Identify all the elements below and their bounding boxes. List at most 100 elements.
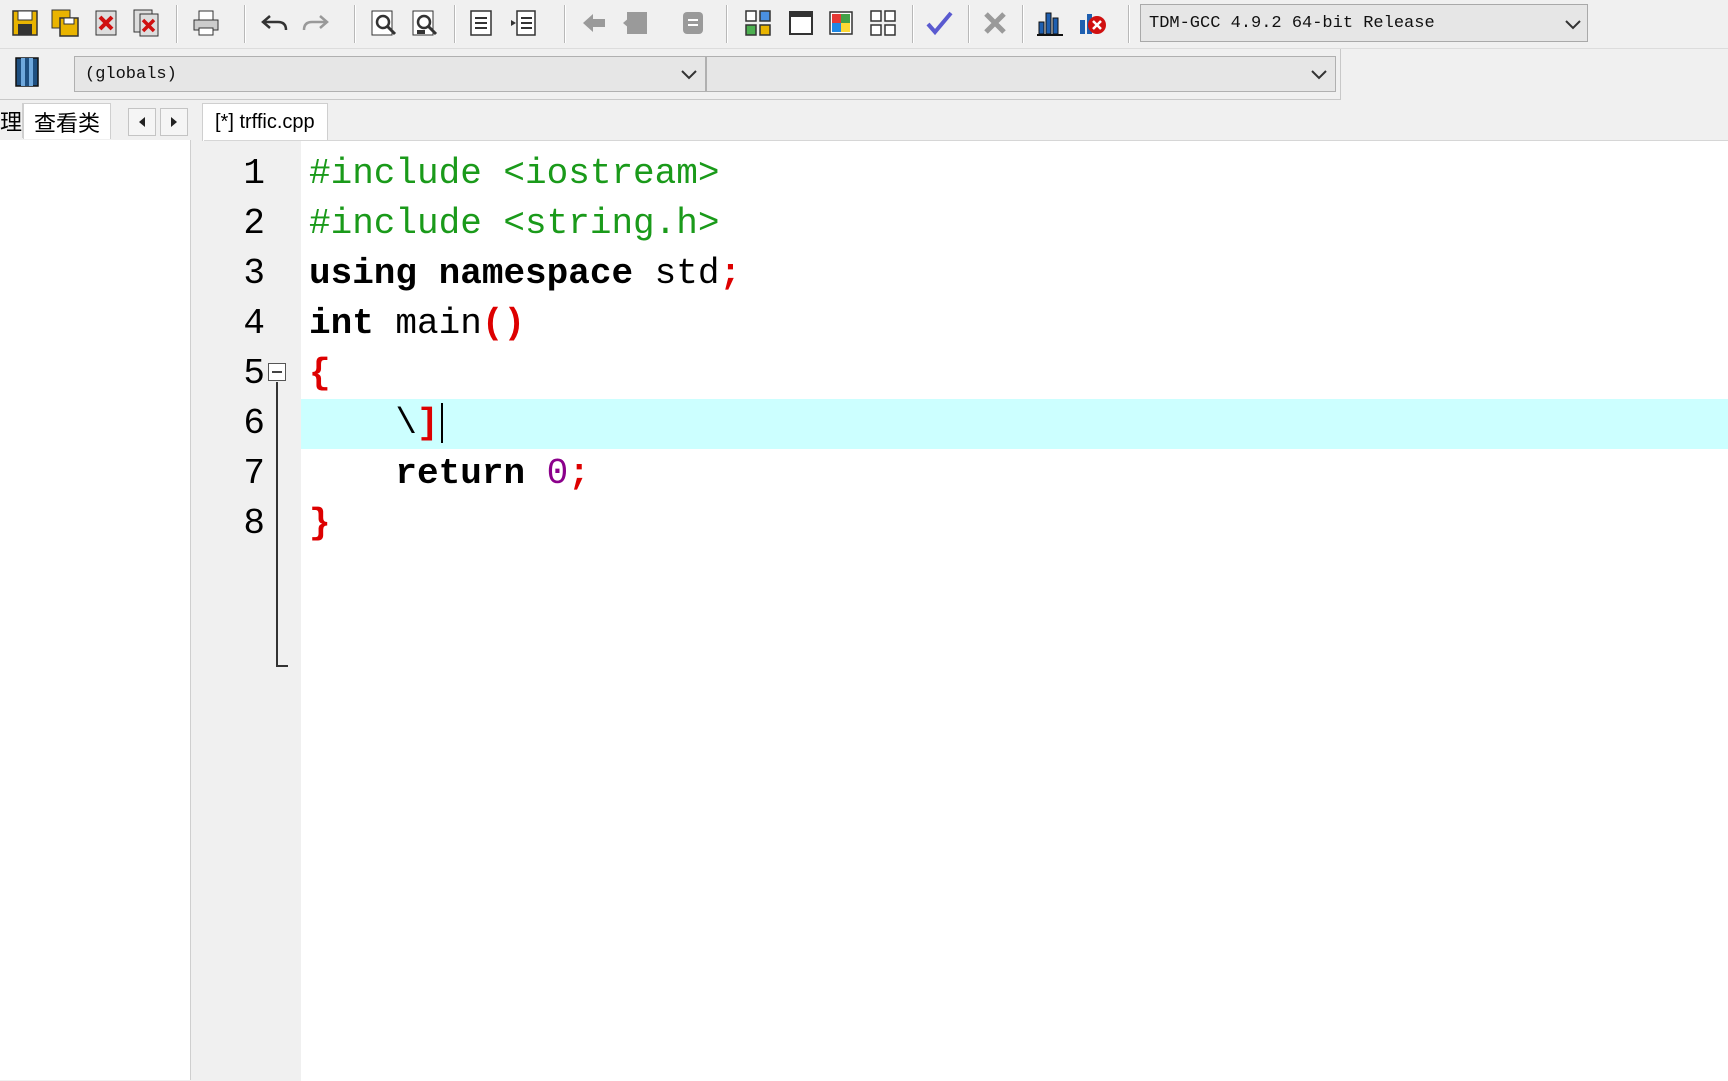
scope-select[interactable]: (globals) [74,56,706,92]
chart-icon [1037,12,1063,36]
compiler-select[interactable]: TDM-GCC 4.9.2 64-bit Release [1140,4,1588,42]
redo-icon [302,15,329,31]
find-icon [371,10,397,36]
main-toolbar: TDM-GCC 4.9.2 64-bit Release [0,0,1728,49]
text-caret [441,403,443,443]
grid-icon [870,10,896,36]
close-all-icon [133,9,159,37]
code-token: ; [568,453,590,494]
tab-classes-label: 查看类 [33,111,100,137]
code-token: \ [309,403,418,444]
indent-button[interactable] [464,6,498,40]
tab-file[interactable]: [*] trffic.cpp [202,103,328,141]
tab-classes[interactable]: 查看类 [23,103,111,139]
bookmark-button[interactable] [676,6,710,40]
unindent-button[interactable] [507,6,541,40]
color-button[interactable] [824,6,858,40]
left-panel: 理 查看类 [0,100,192,1080]
tab-project[interactable]: 理 [0,103,23,138]
line-number: 8 [243,503,265,544]
code-token: ; [719,253,742,294]
code-line: } [309,499,331,549]
line-number: 4 [243,303,265,344]
replace-button[interactable] [408,6,442,40]
close-icon [95,10,117,36]
left-panel-tabs: 理 查看类 [0,100,192,140]
line-number: 3 [243,253,265,294]
stop-button[interactable] [978,6,1012,40]
forward-button[interactable] [619,6,653,40]
close-all-button[interactable] [130,6,164,40]
fold-range-end [276,665,288,667]
class-browser-button[interactable] [10,54,44,90]
code-line: #include <string.h> [309,199,719,249]
profile-button[interactable] [1075,6,1109,40]
line-number: 1 [243,153,265,194]
class-browser-icon [15,57,39,87]
window-button[interactable] [784,6,818,40]
replace-icon [412,10,438,36]
code-token: #include <iostream> [309,153,720,194]
window-icon [789,11,813,35]
tabs-scroll-left-button[interactable] [128,108,156,136]
tab-project-label: 理 [0,110,23,136]
back-icon [583,14,605,32]
save-all-button[interactable] [48,6,82,40]
arrow-left-icon [139,117,145,127]
back-button[interactable] [577,6,611,40]
line-number: 6 [243,403,265,444]
new-class-icon [745,10,771,36]
chart-button[interactable] [1033,6,1067,40]
color-icon [829,11,853,35]
code-area[interactable]: #include <iostream> #include <string.h> us… [301,141,1728,1081]
class-browser-tree[interactable] [0,140,191,1080]
check-syntax-icon [926,11,953,36]
line-number: 7 [243,453,265,494]
member-select[interactable] [706,56,1336,92]
fold-collapse-icon[interactable] [268,363,286,381]
code-token: #include <string.h> [309,203,720,244]
grid-button[interactable] [866,6,900,40]
current-line-highlight [301,399,1728,449]
code-token: main [373,303,482,344]
print-icon [193,10,219,36]
line-number: 2 [243,203,265,244]
redo-button[interactable] [298,6,332,40]
undo-button[interactable] [258,6,292,40]
save-button[interactable] [8,6,42,40]
unindent-icon [511,10,536,36]
code-token: return [395,453,526,494]
code-line: using namespace std; [309,249,741,299]
check-syntax-button[interactable] [922,6,956,40]
forward-icon [623,12,647,34]
chevron-down-icon [679,65,699,83]
print-button[interactable] [189,6,223,40]
code-token: int [309,303,374,344]
find-button[interactable] [367,6,401,40]
save-all-icon [51,9,79,37]
editor-tab-bar: [*] trffic.cpp [192,100,1728,141]
line-number-gutter: 1 2 3 4 5 6 7 8 [204,141,301,1081]
code-token: { [309,353,331,394]
code-token: std [633,253,720,294]
bookmark-icon [683,12,703,34]
code-token: 0 [546,453,569,494]
code-token: ] [417,403,439,444]
line-number: 5 [243,353,265,394]
profile-icon [1080,14,1106,34]
new-class-button[interactable] [741,6,775,40]
code-line: #include <iostream> [309,149,719,199]
chevron-down-icon [1309,65,1329,83]
code-line: { [309,349,331,399]
tabs-scroll-right-button[interactable] [160,108,188,136]
compiler-select-value: TDM-GCC 4.9.2 64-bit Release [1149,14,1435,33]
indent-icon [470,10,492,36]
code-editor[interactable]: 1 2 3 4 5 6 7 8 #include <iostream> #include <st… [204,140,1728,1081]
close-file-button[interactable] [90,6,124,40]
stop-icon [984,12,1006,34]
scope-select-value: (globals) [85,65,177,84]
code-token: namespace [438,253,634,294]
undo-icon [261,15,288,31]
